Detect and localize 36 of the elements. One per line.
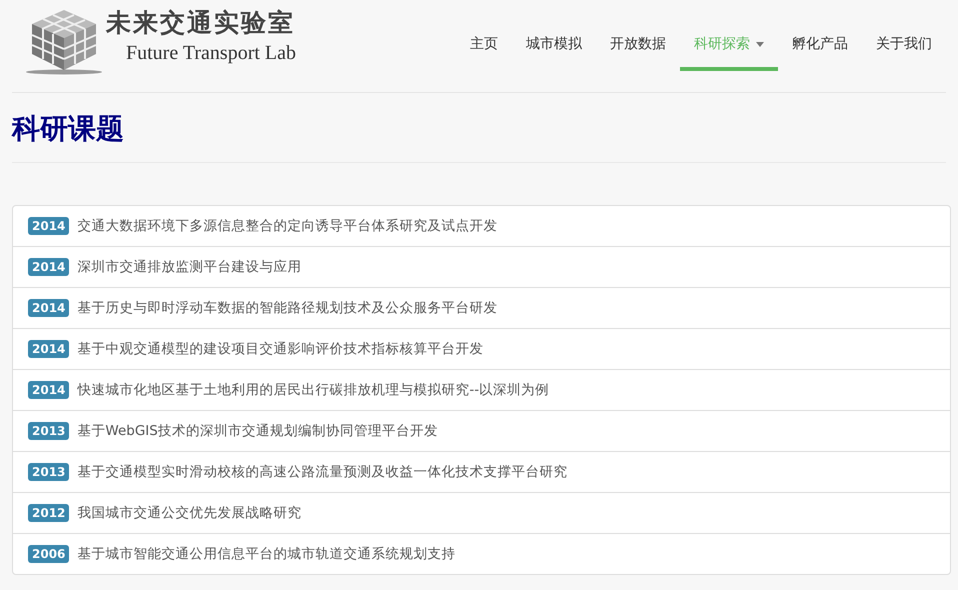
nav-tab[interactable]: 主页 [456,26,512,71]
year-label: 2014 [28,381,70,399]
project-item[interactable]: 2013 基于交通模型实时滑动校核的高速公路流量预测及收益一体化技术支撑平台研究 [13,451,950,492]
project-item[interactable]: 2014 快速城市化地区基于土地利用的居民出行碳排放机理与模拟研究--以深圳为例 [13,369,950,410]
project-item[interactable]: 2014 基于中观交通模型的建设项目交通影响评价技术指标核算平台开发 [13,328,950,369]
project-title: 基于历史与即时浮动车数据的智能路径规划技术及公众服务平台研发 [77,299,498,317]
project-item[interactable]: 2012 我国城市交通公交优先发展战略研究 [13,492,950,533]
year-label: 2013 [28,422,70,440]
page-title: 科研课题 [12,112,124,146]
logo-title: 未来交通实验室 [106,7,296,39]
year-label: 2013 [28,463,70,481]
project-item[interactable]: 2013 基于WebGIS技术的深圳市交通规划编制协同管理平台开发 [13,410,950,451]
project-item[interactable]: 2014 基于历史与即时浮动车数据的智能路径规划技术及公众服务平台研发 [13,287,950,328]
project-item[interactable]: 2014 深圳市交通排放监测平台建设与应用 [13,246,950,287]
project-item[interactable]: 2006 基于城市智能交通公用信息平台的城市轨道交通系统规划支持 [13,533,950,574]
project-title: 基于WebGIS技术的深圳市交通规划编制协同管理平台开发 [77,422,438,440]
nav-tab[interactable]: 开放数据 [596,26,680,71]
year-label: 2006 [28,545,70,563]
year-label: 2014 [28,340,70,358]
project-title: 交通大数据环境下多源信息整合的定向诱导平台体系研究及试点开发 [77,217,498,235]
cube-logo-icon [26,10,102,74]
year-label: 2014 [28,299,70,317]
project-title: 基于中观交通模型的建设项目交通影响评价技术指标核算平台开发 [77,340,484,358]
project-item[interactable]: 2014 交通大数据环境下多源信息整合的定向诱导平台体系研究及试点开发 [13,206,950,246]
nav-tab[interactable]: 城市模拟 [512,26,596,71]
project-title: 基于城市智能交通公用信息平台的城市轨道交通系统规划支持 [77,545,456,563]
nav-tab[interactable]: 孵化产品 [778,26,862,71]
logo-subtitle: Future Transport Lab [126,42,296,64]
year-label: 2014 [28,258,70,276]
project-title: 深圳市交通排放监测平台建设与应用 [77,258,302,276]
project-title: 基于交通模型实时滑动校核的高速公路流量预测及收益一体化技术支撑平台研究 [77,463,568,481]
nav-tab[interactable]: 关于我们 [862,26,946,71]
project-title: 我国城市交通公交优先发展战略研究 [77,504,302,522]
project-title: 快速城市化地区基于土地利用的居民出行碳排放机理与模拟研究--以深圳为例 [77,381,550,399]
year-label: 2012 [28,504,70,522]
year-label: 2014 [28,217,70,235]
